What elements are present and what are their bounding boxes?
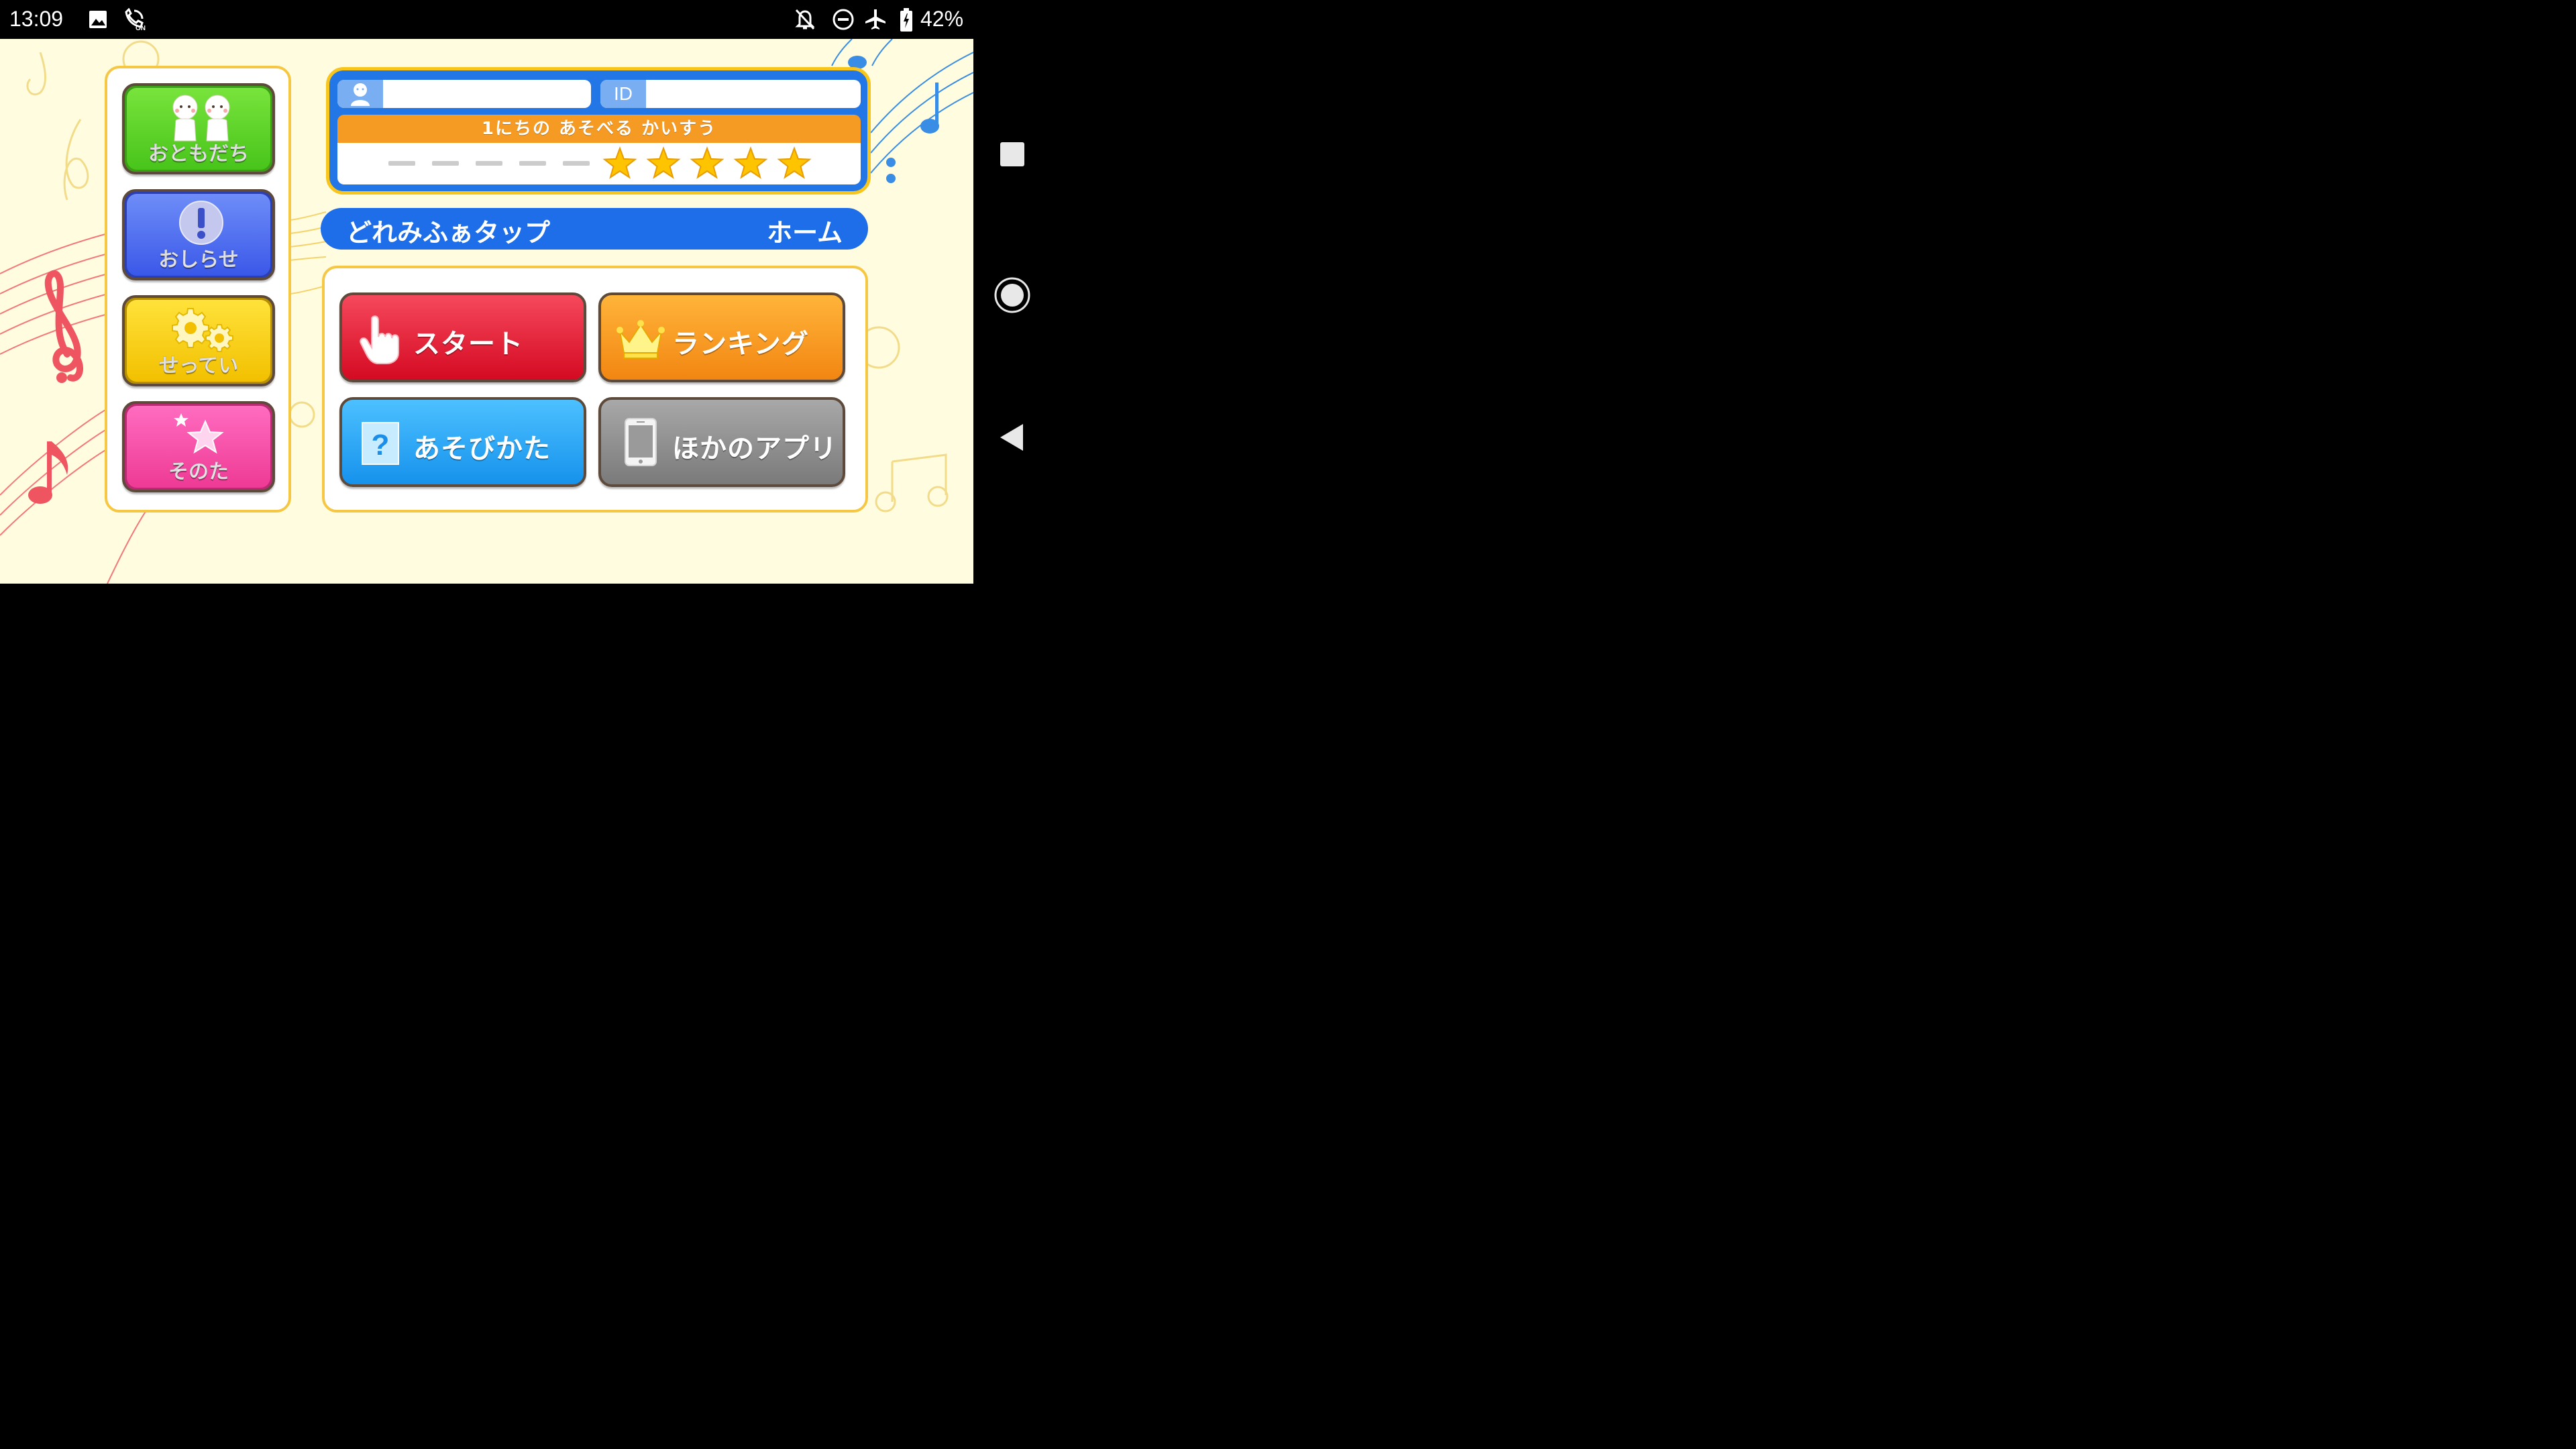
start-label: スタート: [413, 329, 523, 360]
settings-label: せってい: [158, 354, 239, 378]
bottom-edge: [0, 584, 973, 592]
back-icon[interactable]: [999, 423, 1026, 452]
news-button[interactable]: おしらせ: [122, 189, 275, 280]
id-label: ID: [600, 80, 646, 108]
pointing-hand-icon: [360, 315, 399, 364]
recent-apps-icon[interactable]: [999, 141, 1026, 168]
daily-plays-header: 1にちの あそべる かいすう: [337, 115, 861, 143]
remaining-play-star: [777, 146, 812, 179]
ranking-label: ランキング: [672, 329, 809, 360]
used-play-dash: [432, 161, 459, 166]
other-apps-label: ほかのアプリ: [672, 433, 837, 464]
used-play-dash: [563, 161, 590, 166]
used-play-dash: [388, 161, 415, 166]
exclamation-icon: [179, 201, 223, 245]
app-title: どれみふぁタップ: [346, 218, 551, 248]
other-label: そのた: [168, 460, 229, 484]
wifi-calling-icon: ON: [125, 8, 146, 31]
how-to-play-label: あそびかた: [413, 433, 551, 464]
user-icon: [351, 83, 370, 106]
notifications-off-icon: [795, 9, 815, 30]
airplane-icon: [865, 9, 885, 30]
plays-remaining-stars: [388, 146, 812, 179]
app-screen: おともだち おしらせ せってい そのた ID 1にちの あそべる かいすう どれ…: [0, 39, 973, 584]
user-tag: [337, 80, 383, 108]
remaining-play-star: [646, 146, 681, 179]
do-not-disturb-icon: [833, 9, 854, 30]
page-title: ホーム: [767, 218, 843, 248]
profile-card: ID 1にちの あそべる かいすう: [326, 67, 871, 195]
start-button[interactable]: スタート: [339, 292, 586, 382]
help-icon: ?: [362, 422, 399, 465]
id-field[interactable]: ID: [600, 80, 861, 108]
smartphone-icon: [625, 418, 657, 466]
daily-plays-indicator: [337, 143, 861, 184]
clock: 13:09: [9, 7, 64, 31]
how-to-play-button[interactable]: ? あそびかた: [339, 397, 586, 487]
status-bar: 13:09 ON 42%: [0, 0, 1052, 39]
remaining-play-star: [602, 146, 637, 179]
star-icon: [174, 413, 224, 454]
remaining-play-star: [690, 146, 724, 179]
gear-icon: [172, 308, 233, 352]
used-play-dash: [519, 161, 546, 166]
navigation-bar: [973, 39, 1052, 592]
battery-icon: [900, 8, 912, 32]
user-name-field[interactable]: [337, 80, 591, 108]
ranking-button[interactable]: ランキング: [598, 292, 845, 382]
home-icon[interactable]: [994, 276, 1031, 314]
friends-button[interactable]: おともだち: [122, 83, 275, 174]
other-apps-button[interactable]: ほかのアプリ: [598, 397, 845, 487]
remaining-play-star: [733, 146, 768, 179]
image-icon: [89, 11, 107, 28]
settings-button[interactable]: せってい: [122, 295, 275, 386]
title-bar: どれみふぁタップ ホーム: [321, 208, 868, 250]
crown-icon: [616, 320, 665, 359]
other-button[interactable]: そのた: [122, 401, 275, 492]
battery-level: 42%: [920, 7, 964, 31]
friends-icon: [172, 95, 230, 142]
svg-text:ON: ON: [136, 25, 146, 31]
news-label: おしらせ: [158, 248, 239, 272]
svg-text:?: ?: [372, 429, 390, 462]
used-play-dash: [476, 161, 502, 166]
friends-label: おともだち: [148, 142, 250, 166]
